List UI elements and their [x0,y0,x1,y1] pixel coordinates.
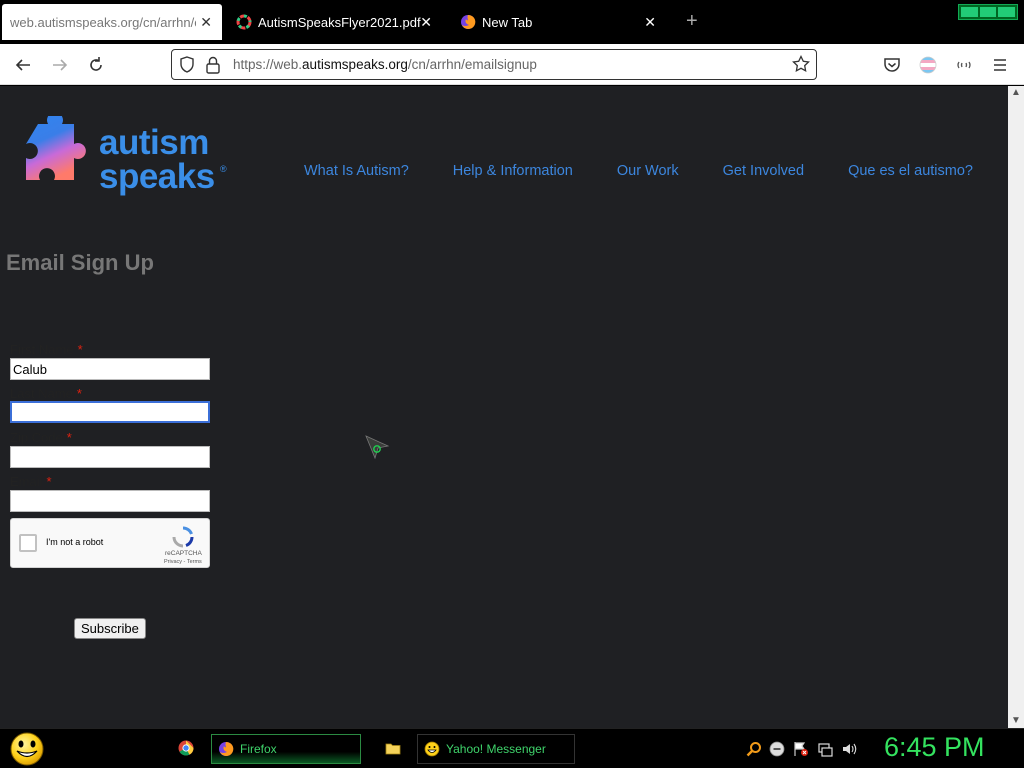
url-domain: autismspeaks.org [302,57,408,72]
firefox-icon [461,14,476,29]
taskbar-firefox-label: Firefox [240,742,277,756]
new-tab-button[interactable]: + [686,10,698,32]
recaptcha-checkbox[interactable] [19,534,37,552]
email-field[interactable] [10,490,210,512]
taskbar-yahoo-messenger[interactable]: Yahoo! Messenger [417,734,575,764]
site-navigation: What Is Autism? Help & Information Our W… [304,163,973,179]
logo-wordmark: autism speaks [99,123,215,196]
nav-que-es-el-autismo[interactable]: Que es el autismo? [848,163,973,179]
required-marker: * [77,342,83,357]
yahoo-messenger-icon [424,741,440,757]
lock-icon[interactable] [206,56,220,74]
maximize-button[interactable] [979,7,997,17]
scroll-down-icon[interactable]: ▼ [1008,714,1024,728]
close-tab-icon[interactable]: ✕ [420,14,432,31]
logo-line-speaks: speaks [99,157,215,196]
recaptcha-logo-icon [172,526,194,548]
vertical-scrollbar[interactable]: ▲ ▼ [1008,86,1024,728]
tab-title: web.autismspeaks.org/cn/arrhn/emailsignu… [10,14,196,30]
firefox-icon [219,741,234,756]
close-tab-icon[interactable]: ✕ [200,14,212,31]
url-bar[interactable]: https://web.autismspeaks.org/cn/arrhn/em… [171,49,817,80]
reload-icon [90,57,102,71]
web-page: autism speaks ® What Is Autism? Help & I… [0,86,1008,728]
mouse-cursor-icon [365,435,390,460]
first-name-field[interactable] [10,358,210,380]
page-title: Email Sign Up [6,250,154,275]
pdf-tab-icon [236,14,252,30]
window-controls[interactable] [958,4,1018,20]
account-avatar-icon [919,56,937,74]
back-arrow-icon [15,59,30,71]
recaptcha-brand: reCAPTCHA [165,550,202,557]
folder-icon[interactable] [385,740,401,756]
pocket-icon [884,58,900,72]
label-text: Zip Code [10,430,63,445]
zip-code-field[interactable] [10,446,210,468]
hamburger-menu-icon [994,59,1006,71]
nav-our-work[interactable]: Our Work [617,163,679,179]
puzzle-piece-icon [26,116,86,180]
nav-get-involved[interactable]: Get Involved [723,163,804,179]
back-button[interactable] [10,52,36,78]
logo-line-autism: autism [99,123,209,162]
label-text: Email [10,474,43,489]
volume-icon[interactable] [841,741,857,757]
forward-button[interactable] [47,52,73,78]
zip-code-label: Zip Code * [10,430,72,445]
search-icon[interactable] [746,741,762,757]
messenger-status-icon[interactable] [769,741,785,757]
menu-button[interactable] [987,52,1013,78]
label-text: First Name [10,342,74,357]
close-window-button[interactable] [998,7,1016,17]
tab-title: AutismSpeaksFlyer2021.pdf [258,14,421,30]
tab-new-tab[interactable]: New Tab ✕ [454,4,666,40]
url-text: https://web.autismspeaks.org/cn/arrhn/em… [233,57,537,72]
tab-email-signup[interactable]: web.autismspeaks.org/cn/arrhn/emailsignu… [2,4,222,40]
bookmark-star-icon[interactable] [792,55,810,73]
first-name-label: First Name * [10,342,83,357]
last-name-field[interactable] [10,401,210,423]
reload-button[interactable] [83,52,109,78]
url-path: /cn/arrhn/emailsignup [407,57,537,72]
tab-title: New Tab [482,14,533,30]
taskbar: Firefox Yahoo! Messenger 6:45 PM [0,728,1024,768]
close-tab-icon[interactable]: ✕ [644,14,656,31]
action-center-flag-icon[interactable] [793,741,809,757]
autism-speaks-logo[interactable]: autism speaks ® [24,116,234,198]
network-icon[interactable] [817,741,833,757]
shield-icon[interactable] [179,56,195,74]
extensions-button[interactable] [951,52,977,78]
pocket-button[interactable] [879,52,905,78]
extension-icon [957,61,971,69]
subscribe-button[interactable]: Subscribe [74,618,146,639]
tab-strip: web.autismspeaks.org/cn/arrhn/emailsignu… [0,0,1024,44]
account-button[interactable] [915,52,941,78]
navigation-toolbar: https://web.autismspeaks.org/cn/arrhn/em… [0,44,1024,85]
required-marker: * [46,474,52,489]
email-label: Email * [10,474,52,489]
required-marker: * [66,430,72,445]
nav-what-is-autism[interactable]: What Is Autism? [304,163,409,179]
taskbar-yahoo-label: Yahoo! Messenger [446,742,546,756]
registered-mark: ® [220,164,227,174]
last-name-label: Last Name * [10,386,82,401]
recaptcha-label: I'm not a robot [46,537,104,547]
scroll-up-icon[interactable]: ▲ [1008,86,1024,100]
screen: web.autismspeaks.org/cn/arrhn/emailsignu… [0,0,1024,768]
minimize-button[interactable] [961,7,978,17]
recaptcha-privacy-terms[interactable]: Privacy - Terms [164,559,202,565]
required-marker: * [76,386,82,401]
tab-flyer-pdf[interactable]: AutismSpeaksFlyer2021.pdf ✕ [230,4,442,40]
recaptcha-widget: I'm not a robot reCAPTCHA Privacy - Term… [10,518,210,568]
url-prefix: https://web. [233,57,303,72]
nav-help-information[interactable]: Help & Information [453,163,573,179]
smiley-start-icon[interactable] [8,731,46,767]
forward-arrow-icon [53,59,68,71]
label-text: Last Name [10,386,73,401]
chrome-icon[interactable] [178,740,194,756]
taskbar-clock[interactable]: 6:45 PM [884,732,985,763]
taskbar-firefox[interactable]: Firefox [211,734,361,764]
